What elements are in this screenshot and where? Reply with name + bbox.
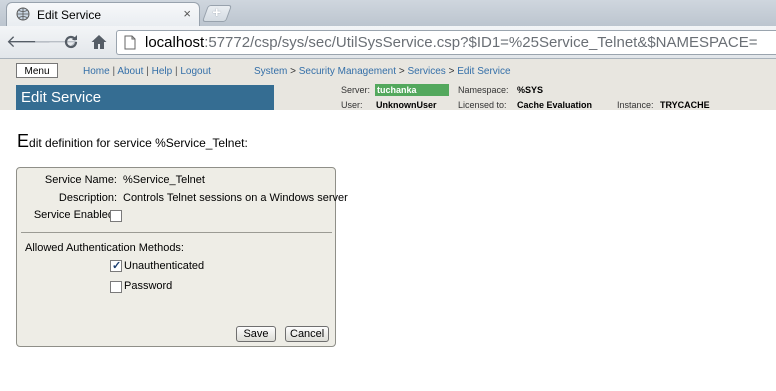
url-text: localhost:57772/csp/sys/sec/UtilSysServi… [145, 34, 758, 51]
breadcrumb-separator: > [398, 66, 405, 77]
description-value: Controls Telnet sessions on a Windows se… [123, 192, 348, 204]
url-path: :57772/csp/sys/sec/UtilSysService.csp?$I… [204, 34, 758, 51]
logout-link[interactable]: Logout [180, 66, 211, 77]
help-link[interactable]: Help [152, 66, 173, 77]
url-host: localhost [145, 34, 205, 51]
back-button[interactable]: 🡐 [6, 32, 52, 52]
service-enabled-label: Service Enabled: [33, 209, 117, 221]
home-button[interactable] [88, 32, 110, 52]
home-icon [91, 35, 107, 49]
tab-title: Edit Service [37, 8, 102, 22]
edit-service-form: Service Name: %Service_Telnet Descriptio… [16, 167, 348, 347]
page-title-bar: Edit Service [16, 85, 274, 110]
menu-button[interactable]: Menu [16, 63, 58, 78]
description-label: Description: [58, 192, 117, 204]
breadcrumb-separator: > [290, 66, 296, 77]
plus-icon: + [212, 4, 222, 21]
namespace-label: Namespace: [458, 85, 509, 95]
server-label: Server: [341, 85, 371, 95]
breadcrumb-system[interactable]: System [254, 66, 287, 77]
password-checkbox[interactable] [110, 281, 122, 293]
heading-initial: E [17, 131, 30, 151]
address-bar[interactable]: localhost:57772/csp/sys/sec/UtilSysServi… [116, 30, 776, 55]
instance-label: Instance: [617, 100, 654, 110]
cancel-button[interactable]: Cancel [285, 326, 329, 342]
globe-icon [16, 7, 30, 21]
link-separator: | [146, 66, 149, 77]
link-separator: | [174, 66, 178, 77]
namespace-value: %SYS [517, 85, 544, 95]
service-enabled-checkbox[interactable] [110, 210, 122, 222]
browser-tab[interactable]: Edit Service × [6, 2, 200, 26]
form-divider [21, 232, 332, 233]
breadcrumb-edit-service[interactable]: Edit Service [457, 66, 510, 77]
link-separator: | [112, 66, 116, 77]
unauthenticated-label[interactable]: Unauthenticated [124, 260, 204, 272]
new-tab-button[interactable]: + [201, 4, 233, 22]
page-title: Edit Service [21, 89, 102, 106]
service-name-value: %Service_Telnet [123, 174, 205, 186]
instance-value: TRYCACHE [660, 100, 710, 110]
breadcrumb-security[interactable]: Security Management [299, 66, 396, 77]
home-link[interactable]: Home [83, 66, 110, 77]
breadcrumb: System > Security Management > Services … [254, 66, 511, 77]
page-header: Menu Home | About | Help | Logout System… [0, 59, 776, 110]
breadcrumb-separator: > [448, 66, 455, 77]
auth-methods-label: Allowed Authentication Methods: [25, 242, 184, 254]
breadcrumb-services[interactable]: Services [407, 66, 445, 77]
user-label: User: [341, 100, 363, 110]
password-label[interactable]: Password [124, 280, 172, 292]
page-heading: Edit definition for service %Service_Tel… [17, 131, 248, 152]
licensed-label: Licensed to: [458, 100, 507, 110]
licensed-value: Cache Evaluation [517, 100, 593, 110]
browser-tab-bar: Edit Service × + [0, 0, 776, 26]
about-link[interactable]: About [117, 66, 143, 77]
reload-button[interactable] [60, 32, 82, 52]
forward-button[interactable]: 🡒 [33, 32, 79, 52]
reload-icon [64, 35, 78, 49]
user-value: UnknownUser [376, 100, 437, 110]
server-value: tuchanka [375, 84, 449, 96]
service-name-label: Service Name: [44, 174, 117, 186]
top-links: Home | About | Help | Logout [83, 66, 211, 77]
browser-toolbar: 🡐 🡒 localhost:57772/csp/sys/sec/UtilSysS… [0, 26, 776, 59]
heading-text: dit definition for service %Service_Teln… [29, 136, 248, 150]
unauthenticated-checkbox[interactable] [110, 259, 122, 272]
close-tab-icon[interactable]: × [183, 7, 191, 21]
page-icon [124, 35, 136, 50]
save-button[interactable]: Save [236, 326, 276, 342]
